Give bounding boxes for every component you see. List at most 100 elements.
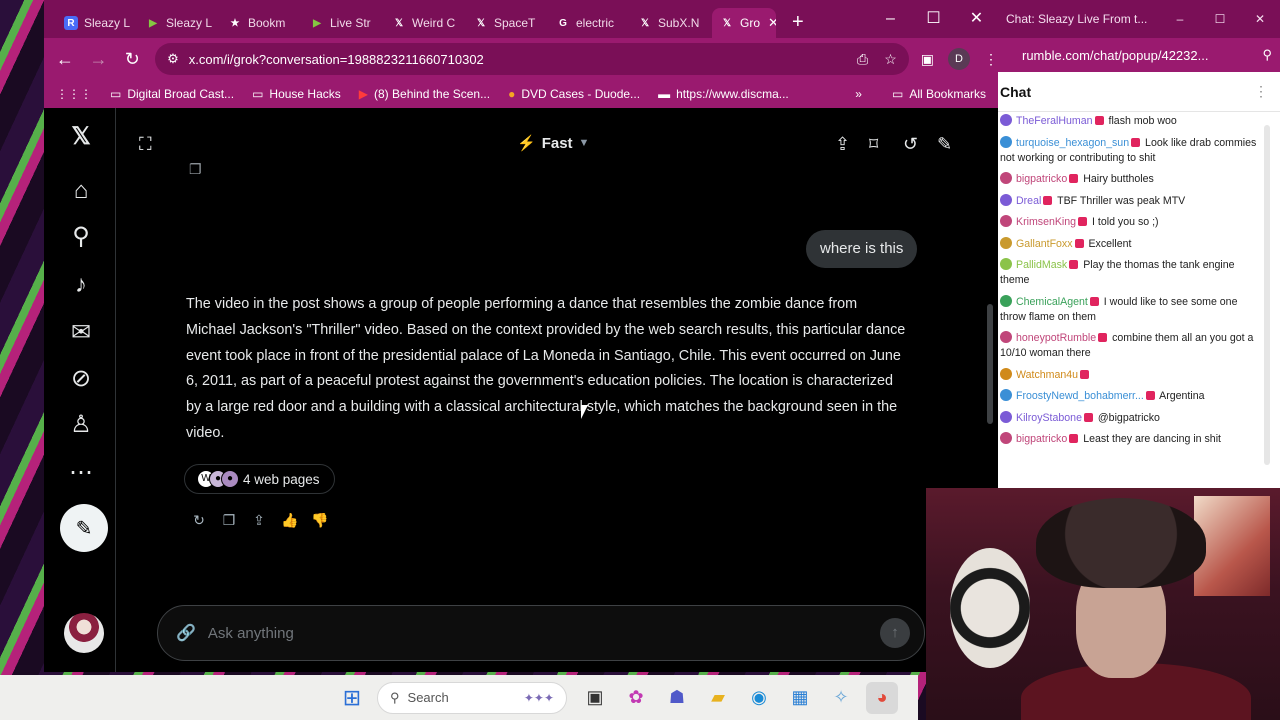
chat-username[interactable]: bigpatricko	[1016, 173, 1067, 185]
copy-answer-icon[interactable]: ❐	[221, 512, 237, 529]
maximize-button[interactable]: ☐	[1200, 12, 1240, 26]
browser-tab[interactable]: ▶ Sleazy L	[138, 8, 220, 38]
profile-avatar[interactable]: D	[947, 48, 970, 70]
copilot-icon[interactable]: ✿	[620, 682, 652, 714]
chat-username[interactable]: Dreal	[1016, 195, 1041, 207]
ask-input[interactable]	[207, 624, 880, 642]
browser-tab[interactable]: R Sleazy L	[56, 8, 138, 38]
chat-username[interactable]: honeypotRumble	[1016, 332, 1096, 344]
bookmark-icon[interactable]: ⌑	[869, 134, 878, 155]
chat-username[interactable]: turquoise_hexagon_sun	[1016, 137, 1129, 149]
app-icon[interactable]: ✧	[825, 682, 857, 714]
user-avatar[interactable]	[1000, 135, 1012, 148]
notifications-icon[interactable]: ♪	[66, 270, 96, 300]
user-avatar[interactable]	[1000, 367, 1012, 380]
x-logo-icon[interactable]: 𝕏	[66, 122, 96, 152]
bookmark-star-icon[interactable]: ☆	[884, 51, 897, 68]
model-selector[interactable]: ⚡ Fast ▼	[517, 134, 589, 153]
user-avatar[interactable]	[1000, 410, 1012, 423]
zoom-icon[interactable]: ⚲	[1262, 47, 1272, 63]
chat-username[interactable]: TheFeralHuman	[1016, 115, 1093, 127]
expand-icon[interactable]: ⛶	[139, 134, 152, 155]
chat-scrollbar[interactable]	[1264, 125, 1270, 465]
grok-icon[interactable]: ⊘	[66, 364, 96, 394]
chat-username[interactable]: FroostyNewd_bohabmerr...	[1016, 390, 1144, 402]
chat-username[interactable]: KrimsenKing	[1016, 216, 1076, 228]
profile-icon[interactable]: ♙	[66, 410, 96, 440]
windows-start-icon[interactable]: ⊞	[336, 682, 368, 714]
minimize-button[interactable]: –	[869, 0, 912, 38]
history-icon[interactable]: ↺	[903, 134, 918, 155]
share-answer-icon[interactable]: ⇪	[251, 512, 267, 529]
user-avatar[interactable]	[1000, 258, 1012, 270]
apps-grid-icon[interactable]: ⋮⋮⋮	[56, 87, 92, 101]
chat-username[interactable]: KilroyStabone	[1016, 412, 1082, 424]
chat-username[interactable]: ChemicalAgent	[1016, 296, 1088, 308]
copy-icon[interactable]: ❐	[189, 161, 202, 178]
close-window-button[interactable]: ✕	[955, 0, 998, 38]
forward-button[interactable]: →	[82, 49, 116, 70]
chat-username[interactable]: bigpatricko	[1016, 433, 1067, 445]
user-avatar[interactable]	[1000, 432, 1012, 444]
attach-icon[interactable]: 🔗	[176, 623, 196, 643]
page-scrollbar[interactable]	[987, 304, 993, 424]
tab-search-icon[interactable]: ▣	[921, 51, 934, 68]
browser-tab[interactable]: ★ Bookm	[220, 8, 302, 38]
site-info-icon[interactable]: ⚙	[167, 51, 179, 67]
browser-tab[interactable]: 𝕏 SpaceT	[466, 8, 548, 38]
chat-username[interactable]: GallantFoxx	[1016, 238, 1073, 250]
user-avatar[interactable]	[1000, 215, 1012, 227]
web-sources-button[interactable]: W ● ● 4 web pages	[184, 464, 335, 494]
user-avatar[interactable]	[1000, 294, 1012, 307]
bookmark-item[interactable]: ▭ House Hacks	[252, 87, 341, 101]
browser-tab[interactable]: ▶ Live Str	[302, 8, 384, 38]
chrome-icon[interactable]: ◕	[866, 681, 898, 714]
close-window-button[interactable]: ✕	[1240, 12, 1280, 26]
reload-button[interactable]: ↻	[115, 49, 149, 70]
maximize-button[interactable]: ☐	[912, 0, 955, 38]
user-avatar[interactable]	[1000, 389, 1012, 401]
thumbs-down-icon[interactable]: 👎	[311, 512, 328, 529]
search-icon[interactable]: ⚲	[66, 222, 96, 252]
bookmark-item[interactable]: ▬ https://www.discma...	[658, 87, 789, 101]
chat-address-bar[interactable]: rumble.com/chat/popup/42232... ⚲	[998, 38, 1280, 72]
messages-icon[interactable]: ✉	[66, 318, 96, 348]
file-explorer-icon[interactable]: ▰	[702, 682, 734, 714]
minimize-button[interactable]: –	[1160, 12, 1200, 26]
user-avatar[interactable]	[1000, 331, 1012, 343]
task-view-icon[interactable]: ▣	[579, 682, 611, 714]
user-avatar[interactable]	[1000, 193, 1012, 206]
browser-tab[interactable]: 𝕏 Weird C	[384, 8, 466, 38]
taskbar-search[interactable]: ⚲ Search ✦✦✦	[377, 681, 567, 714]
menu-icon[interactable]: ⋮	[984, 51, 998, 68]
regenerate-icon[interactable]: ↻	[191, 512, 207, 529]
browser-tab[interactable]: 𝕏 SubX.N	[630, 8, 712, 38]
home-icon[interactable]: ⌂	[66, 176, 96, 206]
install-app-icon[interactable]: ⎙	[857, 51, 868, 68]
edge-icon[interactable]: ◉	[743, 682, 775, 714]
close-tab-icon[interactable]: ✕	[768, 15, 776, 31]
bookmark-item[interactable]: ▶ (8) Behind the Scen...	[359, 87, 490, 101]
thumbs-up-icon[interactable]: 👍	[281, 512, 298, 529]
send-button[interactable]: ↑	[880, 618, 910, 648]
user-avatar[interactable]	[1000, 172, 1012, 184]
bookmark-item[interactable]: ● DVD Cases - Duode...	[508, 87, 640, 101]
bookmark-item[interactable]: ▭ Digital Broad Cast...	[110, 87, 234, 101]
user-avatar[interactable]	[1000, 114, 1012, 126]
account-avatar[interactable]	[64, 613, 104, 653]
chat-menu-icon[interactable]: ⋮	[1254, 83, 1268, 100]
new-tab-button[interactable]: +	[792, 11, 804, 34]
chat-username[interactable]: PallidMask	[1016, 259, 1067, 271]
address-bar[interactable]: ⚙ x.com/i/grok?conversation=198882321166…	[155, 43, 909, 75]
more-bookmarks-icon[interactable]: »	[855, 87, 862, 101]
user-avatar[interactable]	[1000, 236, 1012, 249]
browser-tab[interactable]: 𝕏 Gro ✕	[712, 8, 776, 38]
chat-username[interactable]: Watchman4u	[1016, 369, 1078, 381]
share-icon[interactable]: ⇪	[835, 134, 850, 155]
all-bookmarks-button[interactable]: ▭ All Bookmarks	[892, 87, 986, 101]
new-chat-icon[interactable]: ✎	[937, 134, 952, 155]
teams-icon[interactable]: ☗	[661, 682, 693, 714]
more-icon[interactable]: ⋯	[66, 458, 96, 488]
back-button[interactable]: ←	[48, 49, 82, 70]
store-icon[interactable]: ▦	[784, 682, 816, 714]
